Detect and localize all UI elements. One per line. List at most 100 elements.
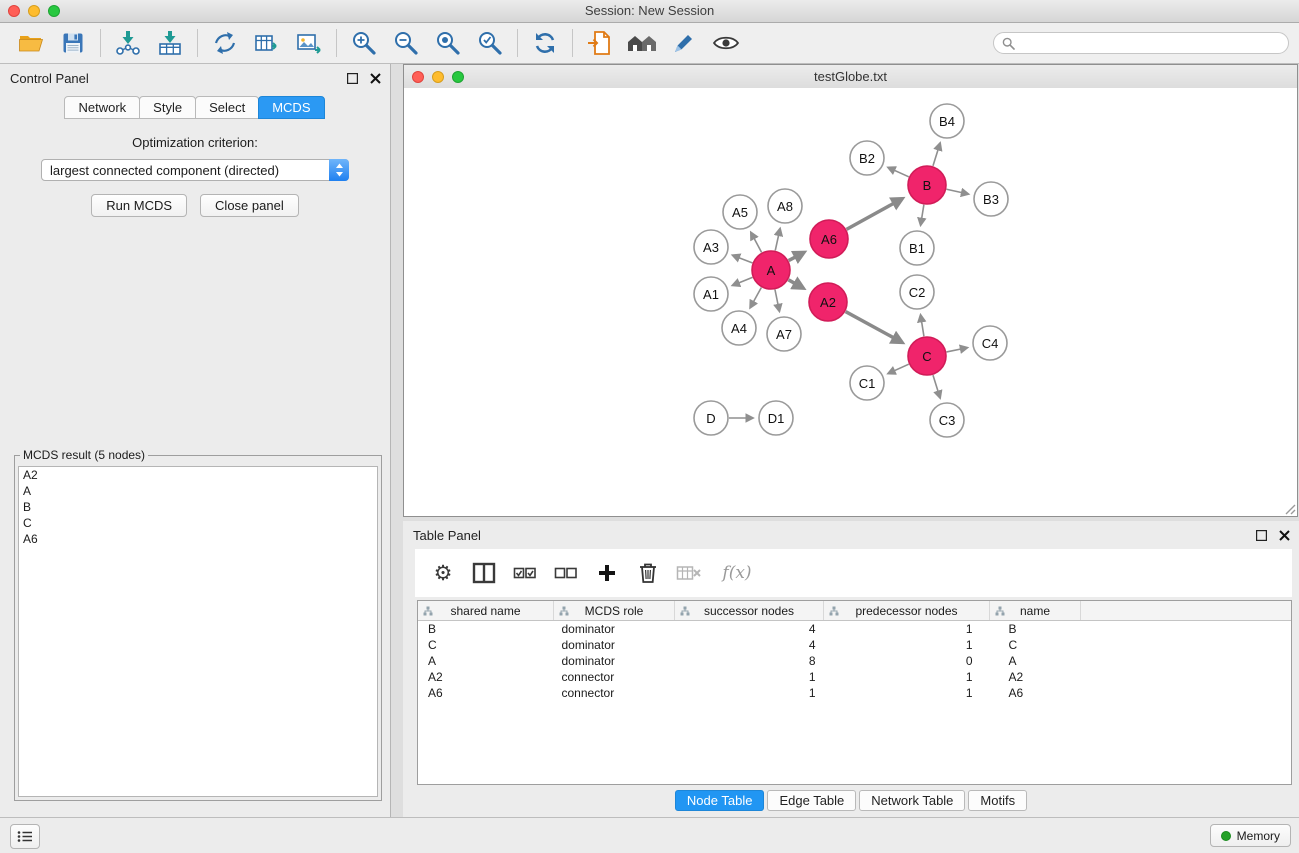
zoom-out-button[interactable]	[385, 26, 427, 60]
export-image-button[interactable]	[288, 26, 330, 60]
graph-edge-C-C1[interactable]	[889, 364, 909, 373]
search-field[interactable]	[993, 32, 1289, 54]
graph-node-A[interactable]: A	[752, 251, 790, 289]
network-canvas[interactable]: B4B2BB3A8A5A6A3B1AC2A1A2A4A7C4CC1C3DD1	[404, 88, 1297, 516]
function-builder-button[interactable]: f(x)	[714, 557, 760, 589]
select-all-button[interactable]	[509, 557, 541, 589]
graph-node-B[interactable]: B	[908, 166, 946, 204]
table-cell[interactable]: dominator	[554, 637, 675, 653]
graph-edge-B-B1[interactable]	[921, 205, 924, 225]
search-input[interactable]	[1019, 35, 1280, 52]
graph-edge-A-A3[interactable]	[733, 256, 752, 263]
mcds-result-list[interactable]: A2ABCA6	[18, 466, 378, 797]
graph-edge-A-A1[interactable]	[733, 277, 752, 285]
graph-edge-B-B4[interactable]	[933, 144, 940, 166]
save-session-button[interactable]	[52, 26, 94, 60]
graph-node-B2[interactable]: B2	[850, 141, 884, 175]
column-header-shared-name[interactable]: shared name	[418, 601, 554, 621]
import-network-button[interactable]	[107, 26, 149, 60]
graph-node-A4[interactable]: A4	[722, 311, 756, 345]
column-header-predecessor-nodes[interactable]: predecessor nodes	[824, 601, 990, 621]
close-panel-button[interactable]: Close panel	[200, 194, 299, 217]
table-cell[interactable]: C	[418, 637, 554, 653]
graph-node-A1[interactable]: A1	[694, 277, 728, 311]
graph-edge-A6-B[interactable]	[847, 199, 902, 229]
table-cell[interactable]: 0	[824, 653, 990, 669]
network-graph[interactable]: B4B2BB3A8A5A6A3B1AC2A1A2A4A7C4CC1C3DD1	[404, 88, 1297, 516]
tab-node-table[interactable]: Node Table	[675, 790, 765, 811]
network-minimize-button[interactable]	[432, 71, 444, 83]
graph-node-A7[interactable]: A7	[767, 317, 801, 351]
tab-network[interactable]: Network	[64, 96, 140, 119]
open-folder-button[interactable]	[10, 26, 52, 60]
graph-edge-B-B3[interactable]	[947, 189, 968, 194]
run-mcds-button[interactable]: Run MCDS	[91, 194, 187, 217]
mcds-result-item[interactable]: A6	[19, 531, 377, 547]
graph-edge-C-C3[interactable]	[933, 375, 940, 397]
table-row[interactable]: Bdominator41B	[418, 621, 1291, 638]
graph-node-D1[interactable]: D1	[759, 401, 793, 435]
graph-node-A2[interactable]: A2	[809, 283, 847, 321]
table-cell[interactable]: connector	[554, 669, 675, 685]
graph-node-B3[interactable]: B3	[974, 182, 1008, 216]
column-header-successor-nodes[interactable]: successor nodes	[675, 601, 824, 621]
mcds-result-item[interactable]: A2	[19, 467, 377, 483]
graph-node-A6[interactable]: A6	[810, 220, 848, 258]
highlighter-button[interactable]	[663, 26, 705, 60]
graph-node-D[interactable]: D	[694, 401, 728, 435]
zoom-fit-button[interactable]	[427, 26, 469, 60]
table-cell[interactable]: 1	[824, 685, 990, 701]
minimize-window-button[interactable]	[28, 5, 40, 17]
table-cell[interactable]: 1	[824, 637, 990, 653]
table-cell[interactable]: B	[418, 621, 554, 638]
network-zoom-button[interactable]	[452, 71, 464, 83]
tab-select[interactable]: Select	[195, 96, 259, 119]
table-row[interactable]: A2connector11A2	[418, 669, 1291, 685]
tab-mcds[interactable]: MCDS	[258, 96, 324, 119]
table-cell[interactable]: A	[990, 653, 1081, 669]
zoom-in-button[interactable]	[343, 26, 385, 60]
criterion-dropdown[interactable]: largest connected component (directed)	[41, 159, 349, 181]
graph-node-A8[interactable]: A8	[768, 189, 802, 223]
table-cell[interactable]: A	[418, 653, 554, 669]
network-close-button[interactable]	[412, 71, 424, 83]
tab-style[interactable]: Style	[139, 96, 196, 119]
graph-node-C[interactable]: C	[908, 337, 946, 375]
tab-motifs[interactable]: Motifs	[968, 790, 1027, 811]
table-cell[interactable]: B	[990, 621, 1081, 638]
table-row[interactable]: Adominator80A	[418, 653, 1291, 669]
table-row[interactable]: Cdominator41C	[418, 637, 1291, 653]
table-cell[interactable]: 1	[675, 685, 824, 701]
deselect-all-button[interactable]	[550, 557, 582, 589]
tab-network-table[interactable]: Network Table	[859, 790, 965, 811]
graph-node-C4[interactable]: C4	[973, 326, 1007, 360]
column-header-name[interactable]: name	[990, 601, 1081, 621]
mcds-result-item[interactable]: B	[19, 499, 377, 515]
table-cell[interactable]: 1	[675, 669, 824, 685]
delete-column-button[interactable]	[632, 557, 664, 589]
table-cell[interactable]: connector	[554, 685, 675, 701]
table-cell[interactable]: 1	[824, 621, 990, 638]
table-cell[interactable]: A2	[418, 669, 554, 685]
mcds-result-item[interactable]: C	[19, 515, 377, 531]
table-cell[interactable]: A6	[990, 685, 1081, 701]
table-row[interactable]: A6connector11A6	[418, 685, 1291, 701]
float-table-panel-icon[interactable]	[1254, 528, 1268, 542]
task-history-button[interactable]	[10, 824, 40, 849]
table-cell[interactable]: dominator	[554, 621, 675, 638]
clear-table-button[interactable]	[673, 557, 705, 589]
zoom-window-button[interactable]	[48, 5, 60, 17]
graph-edge-A-A4[interactable]	[751, 288, 762, 307]
show-hide-button[interactable]	[705, 26, 747, 60]
table-cell[interactable]: 1	[824, 669, 990, 685]
graph-node-C1[interactable]: C1	[850, 366, 884, 400]
table-cell[interactable]: 4	[675, 621, 824, 638]
zoom-selected-button[interactable]	[469, 26, 511, 60]
graph-node-B4[interactable]: B4	[930, 104, 964, 138]
float-panel-icon[interactable]	[345, 71, 359, 85]
choose-columns-button[interactable]	[468, 557, 500, 589]
resize-grip-icon[interactable]	[1284, 503, 1296, 515]
graph-edge-B-B2[interactable]	[889, 168, 909, 177]
graph-edge-A-A6[interactable]	[789, 253, 804, 261]
graph-node-B1[interactable]: B1	[900, 231, 934, 265]
